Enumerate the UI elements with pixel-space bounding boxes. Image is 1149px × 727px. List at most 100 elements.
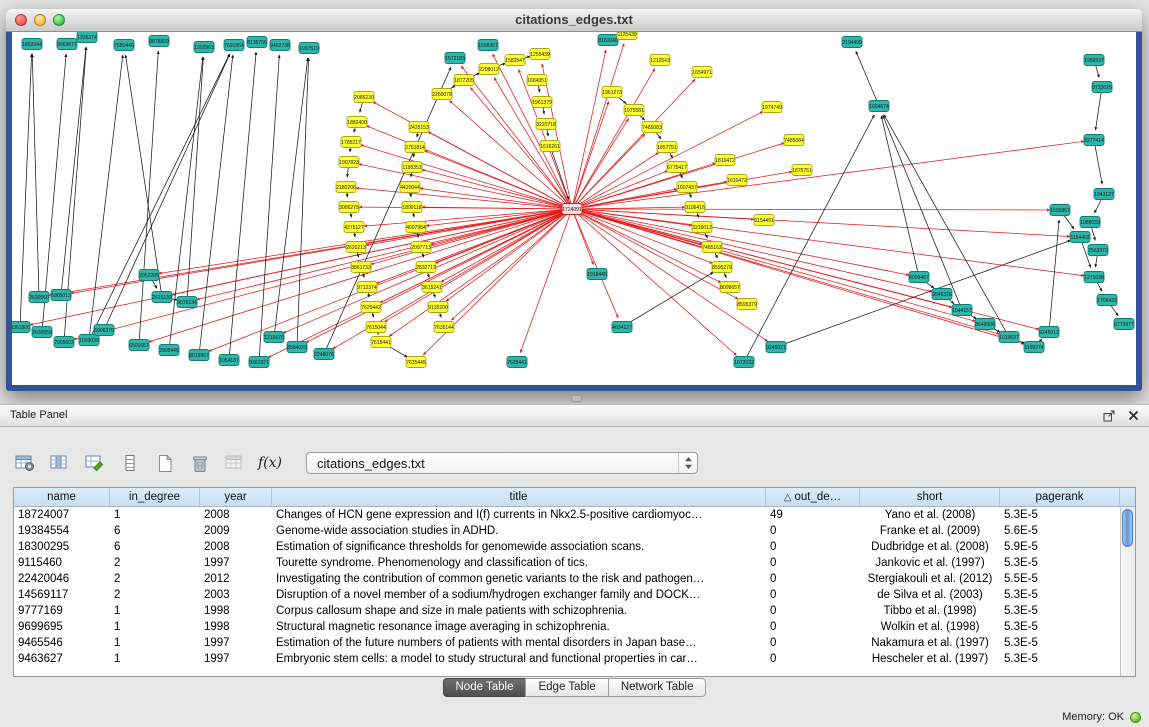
table-mode-icon[interactable] <box>12 451 38 475</box>
graph-edge[interactable] <box>572 171 668 209</box>
graph-node[interactable]: 7485162 <box>702 242 722 253</box>
graph-node[interactable]: 1044157 <box>952 305 972 316</box>
graph-edge[interactable] <box>187 57 203 302</box>
table-row[interactable]: 911546021997Tourette syndrome. Phenomeno… <box>14 555 1120 571</box>
graph-node[interactable]: 3615241 <box>422 282 442 293</box>
graph-node[interactable]: 1019637 <box>999 332 1019 343</box>
graph-edge[interactable] <box>461 66 572 209</box>
graph-node[interactable]: 1054187 <box>219 355 239 366</box>
graph-node[interactable]: 3086275 <box>339 202 359 213</box>
graph-edge[interactable] <box>856 51 879 106</box>
graph-node[interactable]: 1610472 <box>727 175 747 186</box>
graph-node[interactable]: 2630559 <box>32 327 52 338</box>
graph-node[interactable]: 1109274 <box>1024 342 1044 353</box>
table-row[interactable]: 1872400712008Changes of HCN gene express… <box>14 507 1120 523</box>
graph-node[interactable]: 1961273 <box>602 87 622 98</box>
graph-node[interactable]: 4634127 <box>612 322 632 333</box>
graph-node[interactable]: 5906370 <box>94 325 114 336</box>
graph-node[interactable]: 2208012 <box>479 64 499 75</box>
network-graph[interactable]: 1853944906367713352747581446887880913029… <box>12 32 1136 385</box>
graph-node[interactable]: 1956537 <box>1084 55 1104 66</box>
table-row[interactable]: 946554611997Estimation of the future num… <box>14 635 1120 651</box>
graph-edge[interactable] <box>104 54 230 330</box>
graph-edge[interactable] <box>572 209 1024 344</box>
graph-node[interactable]: 8595279 <box>712 262 732 273</box>
import-table-icon[interactable] <box>222 451 248 475</box>
graph-node[interactable]: 1961379 <box>532 97 552 108</box>
graph-edge[interactable] <box>229 52 256 360</box>
graph-edge[interactable] <box>125 55 162 297</box>
graph-node[interactable]: 8584029 <box>287 342 307 353</box>
graph-edge[interactable] <box>420 188 572 209</box>
graph-edge[interactable] <box>572 209 738 299</box>
window-titlebar[interactable]: citations_edges.txt <box>6 9 1142 32</box>
graph-node[interactable]: 1302963 <box>194 42 214 53</box>
column-header-year[interactable]: year <box>200 488 272 507</box>
graph-edge[interactable] <box>572 209 1084 276</box>
graph-node[interactable]: 1875751 <box>792 165 812 176</box>
table-row[interactable]: 1456911722003Disruption of a novel membe… <box>14 587 1120 603</box>
graph-node[interactable]: 4097984 <box>406 222 426 233</box>
new-table-icon[interactable] <box>152 451 178 475</box>
graph-node[interactable]: 1853944 <box>22 39 42 50</box>
graph-node[interactable]: 7615044 <box>366 322 386 333</box>
graph-edge[interactable] <box>744 115 874 362</box>
graph-node[interactable]: 2905446 <box>159 345 179 356</box>
graph-node[interactable]: 7635441 <box>507 357 527 368</box>
graph-node[interactable]: 1583547 <box>505 55 525 66</box>
column-header-short[interactable]: short <box>860 488 1000 507</box>
graph-edge[interactable] <box>542 64 572 209</box>
graph-node[interactable]: 3220718 <box>536 119 556 130</box>
graph-node[interactable]: 1918445 <box>587 269 607 280</box>
tab-network-table[interactable]: Network Table <box>608 678 707 697</box>
column-header-title[interactable]: title <box>272 488 766 507</box>
graph-node[interactable]: 2615139 <box>152 292 172 303</box>
graph-node[interactable]: 1907823 <box>339 157 359 168</box>
graph-node[interactable]: 1088033 <box>1080 217 1100 228</box>
graph-node[interactable]: 9076134 <box>177 297 197 308</box>
close-panel-icon[interactable] <box>1128 410 1139 421</box>
graph-node[interactable]: 9712374 <box>357 282 377 293</box>
graph-node[interactable]: 8595379 <box>737 299 757 310</box>
graph-edge[interactable] <box>89 55 123 340</box>
graph-edge[interactable] <box>572 207 685 209</box>
graph-node[interactable]: 1572183 <box>445 53 465 64</box>
table-row[interactable]: 2242004622012Investigating the contribut… <box>14 571 1120 587</box>
graph-node[interactable]: 1125439 <box>617 32 637 40</box>
graph-edge[interactable] <box>572 209 932 292</box>
graph-node[interactable]: 7625442 <box>361 302 381 313</box>
graph-edge[interactable] <box>32 54 39 297</box>
graph-node[interactable]: 1255439 <box>530 49 550 60</box>
graph-node[interactable]: 1093039 <box>79 335 99 346</box>
table-row[interactable]: 946362711997Embryonic stem cells: a mode… <box>14 651 1120 667</box>
column-header-pagerank[interactable]: pagerank <box>1000 488 1120 507</box>
graph-edge[interactable] <box>20 54 32 327</box>
graph-node[interactable]: 1154469 <box>1070 232 1090 243</box>
graph-node[interactable]: 1810472 <box>715 155 735 166</box>
graph-edge[interactable] <box>572 50 606 209</box>
graph-node[interactable]: 9245021 <box>766 342 786 353</box>
table-row[interactable]: 977716911998Corpus callosum shape and si… <box>14 603 1120 619</box>
graph-node[interactable]: 1943127 <box>1094 189 1114 200</box>
graph-node[interactable]: 1684951 <box>527 75 547 86</box>
graph-node[interactable]: 2563972 <box>1088 245 1108 256</box>
graph-edge[interactable] <box>884 115 1009 337</box>
graph-node[interactable]: 1975581 <box>624 105 644 116</box>
graph-node[interactable]: 2630560 <box>29 292 49 303</box>
graph-node[interactable]: 1310678 <box>264 332 284 343</box>
graph-node[interactable]: 2620213 <box>346 242 366 253</box>
graph-node[interactable]: 1595867 <box>1050 205 1070 216</box>
graph-node[interactable]: 1654971 <box>692 67 712 78</box>
graph-node[interactable]: 4275127 <box>344 222 364 233</box>
graph-node[interactable]: 9361806 <box>12 322 30 333</box>
graph-node[interactable]: 2248076 <box>314 349 334 360</box>
column-header-in_degree[interactable]: in_degree <box>110 488 200 507</box>
function-builder-icon[interactable]: f(x) <box>257 451 283 475</box>
row-view-icon[interactable] <box>117 451 143 475</box>
graph-node[interactable]: 1198353 <box>402 162 422 173</box>
show-columns-icon[interactable] <box>47 451 73 475</box>
graph-edge[interactable] <box>199 55 233 355</box>
graph-node[interactable]: 1706432 <box>1097 295 1117 306</box>
delete-table-icon[interactable] <box>187 451 213 475</box>
panel-splitter[interactable] <box>0 391 1149 404</box>
